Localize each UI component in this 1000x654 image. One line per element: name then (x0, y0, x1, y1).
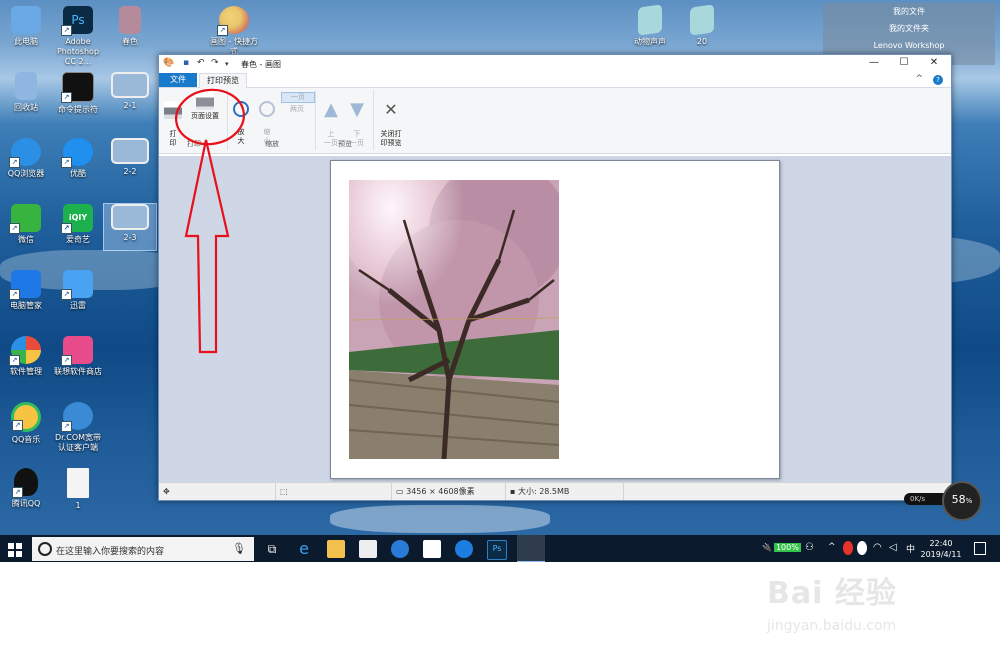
battery-indicator[interactable]: 🔌 100% (762, 543, 801, 552)
tray-app-icon[interactable] (857, 541, 867, 555)
volume-icon[interactable]: ◁ (889, 542, 897, 553)
watermark-brand: Bai 经验 (767, 576, 897, 611)
wifi-icon[interactable]: ◠ (873, 542, 882, 553)
taskbar: 在这里输入你要搜索的内容 🎙 ⧉ e Ps 🔌 100% ⚇ ^ ◠ ◁ 中 22… (0, 535, 1000, 562)
photoshop-taskbar-icon[interactable]: Ps (487, 540, 507, 560)
tray-app-icon[interactable] (843, 541, 853, 555)
taskbar-search-box[interactable]: 在这里输入你要搜索的内容 🎙 (32, 537, 254, 561)
clock[interactable]: 22:40 2019/4/11 (918, 538, 964, 560)
search-icon (38, 542, 52, 556)
qq-browser-taskbar-icon[interactable] (455, 540, 473, 558)
baidu-watermark: Bai 经验 jingyan.baidu.com (767, 568, 997, 648)
notification-icon[interactable] (974, 542, 986, 555)
file-explorer-icon[interactable] (327, 540, 345, 558)
microphone-icon[interactable]: 🎙 (232, 542, 246, 555)
people-icon[interactable]: ⚇ (805, 542, 814, 553)
desktop: 此电脑 Ps ↗ Adobe Photoshop CC 2... 春色 ↗ 画图 … (0, 0, 1000, 562)
paint-taskbar-icon[interactable] (517, 535, 545, 562)
windows-start-icon[interactable] (8, 542, 22, 557)
task-view-icon[interactable]: ⧉ (263, 540, 281, 558)
watermark-url: jingyan.baidu.com (767, 618, 897, 634)
mail-icon[interactable] (423, 540, 441, 558)
speed-widget[interactable]: 58% (942, 481, 982, 521)
clock-app-icon[interactable] (391, 540, 409, 558)
edge-icon[interactable]: e (295, 540, 313, 558)
tray-chevron-icon[interactable]: ^ (828, 542, 836, 552)
ime-indicator[interactable]: 中 (906, 542, 915, 555)
store-icon[interactable] (359, 540, 377, 558)
red-annotation (175, 88, 245, 354)
search-placeholder: 在这里输入你要搜索的内容 (56, 547, 165, 557)
